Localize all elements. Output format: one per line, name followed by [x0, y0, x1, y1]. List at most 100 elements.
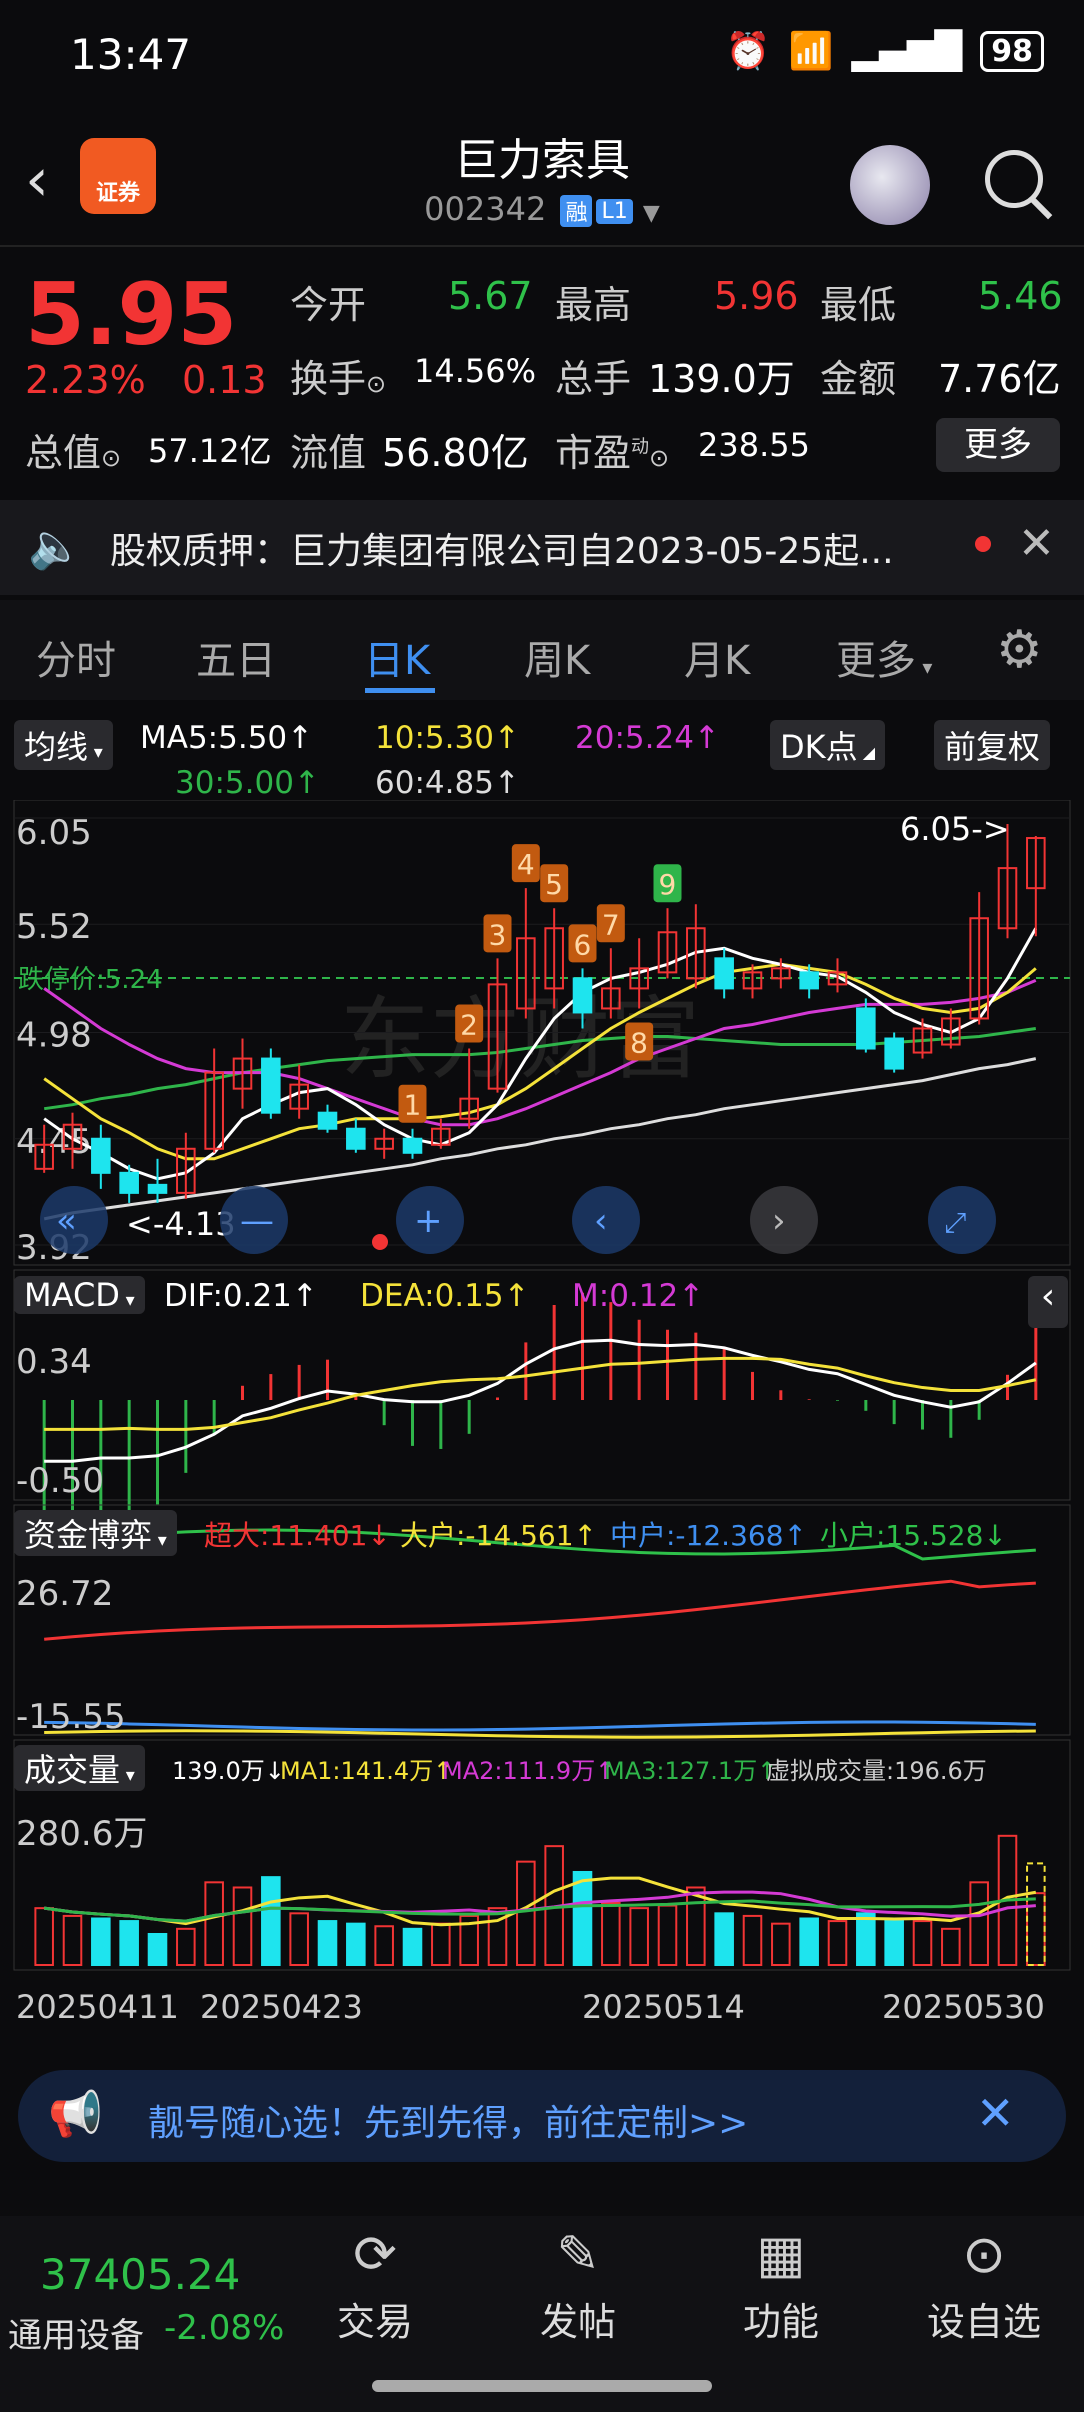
macd-dif-line: [44, 1338, 1037, 1463]
notice-bar[interactable]: 🔈 股权质押：巨力集团有限公司自2023-05-25起... ✕: [0, 500, 1084, 595]
seq-number: 4: [517, 848, 535, 881]
change-amount: 0.13: [182, 358, 267, 402]
kline-chart[interactable]: 东方财富 6.055.524.984.453.92 跌停价:5.24 12345…: [0, 800, 1084, 2060]
volume-bar: [176, 1927, 196, 1967]
period-tabs: 分时 五日 日K 周K 月K 更多 ▾ ⚙: [0, 600, 1084, 700]
total-mv-value: 57.12亿: [148, 432, 272, 470]
tab-more[interactable]: 更多 ▾: [836, 628, 932, 686]
quote-panel: 5.95 2.23% 0.13 今开 5.67 最高 5.96 最低 5.46 …: [0, 250, 1084, 490]
dk-point-button[interactable]: DK点 ◢: [770, 720, 886, 770]
nav-label: 发帖: [539, 2300, 616, 2344]
candle-body: [714, 957, 734, 990]
tab-weekly-k[interactable]: 周K: [524, 628, 590, 686]
nav-functions[interactable]: ▦ 功能: [706, 2225, 856, 2346]
volume-bar: [771, 1922, 791, 1967]
nav-post[interactable]: ✎ 发帖: [503, 2225, 653, 2346]
info-icon[interactable]: ⊙: [366, 370, 386, 398]
volume-bar: [686, 1886, 706, 1967]
caret-down-icon[interactable]: ▼: [643, 201, 660, 226]
unread-dot: [975, 536, 991, 552]
candle-body: [856, 1007, 876, 1050]
limit-down-label: 跌停价:5.24: [18, 965, 163, 995]
tab-monthly-k[interactable]: 月K: [684, 628, 750, 686]
volume-bar: [402, 1927, 423, 1967]
macd-indicator-select[interactable]: MACD ▾: [14, 1276, 145, 1314]
info-icon[interactable]: ⊙: [101, 444, 121, 472]
virtual-volume-bar: [1026, 1862, 1046, 1966]
nav-add-watchlist[interactable]: ⊙ 设自选: [909, 2225, 1059, 2346]
date-label: 20250514: [582, 1988, 745, 2026]
candle-body: [402, 1137, 423, 1154]
bottom-bar: 37405.24 通用设备 -2.08% ⟳ 交易 ✎ 发帖 ▦ 功能 ⊙ 设自选: [0, 2180, 1084, 2412]
volume-bar: [1026, 1892, 1046, 1966]
high-annotation: 6.05->: [900, 810, 1010, 848]
adjust-price-button[interactable]: 前复权: [934, 720, 1051, 770]
volume-bar: [572, 1870, 593, 1966]
status-time: 13:47: [70, 30, 192, 79]
volume-bar: [91, 1917, 111, 1967]
seq-number: 5: [545, 868, 563, 901]
macd-m: M:0.12↑: [572, 1278, 705, 1314]
gear-icon[interactable]: ⚙: [996, 620, 1043, 680]
fund-flow-plot: [44, 1528, 1036, 1739]
trade-icon: ⟳: [353, 2225, 397, 2285]
index-change: -2.08%: [164, 2308, 285, 2348]
macd-legend: MACD ▾ DIF:0.21↑ DEA:0.15↑ M:0.12↑ ‹: [14, 1276, 1070, 1328]
tab-intraday[interactable]: 分时: [36, 628, 116, 686]
event-dot[interactable]: [372, 1234, 388, 1250]
index-name[interactable]: 通用设备: [8, 2308, 144, 2357]
y-tick-label: 5.52: [16, 907, 92, 947]
volume-bar: [827, 1920, 848, 1967]
low-annotation: <-4.13: [126, 1205, 236, 1243]
close-icon[interactable]: ✕: [976, 2086, 1015, 2140]
fund-mid: 中户:-12.368↑: [610, 1519, 807, 1552]
candle-body: [147, 1183, 168, 1194]
volume-bar: [374, 1925, 394, 1967]
seq-number: 9: [659, 868, 677, 901]
macd-dea: DEA:0.15↑: [360, 1278, 530, 1314]
volume-y-top: 280.6万: [16, 1814, 147, 1854]
seq-number: 7: [602, 908, 620, 941]
tab-daily-k[interactable]: 日K: [364, 628, 430, 686]
close-icon[interactable]: ✕: [1018, 518, 1055, 569]
fullscreen-glyph: ⤢: [944, 1206, 966, 1239]
volume-indicator-select[interactable]: 成交量 ▾: [14, 1745, 145, 1791]
nav-label: 功能: [742, 2300, 819, 2344]
ma60-value: 60:4.85↑: [375, 765, 520, 801]
more-button[interactable]: 更多: [936, 418, 1060, 472]
volume-bar: [516, 1860, 536, 1966]
volume-ma3: MA3:127.1万↑: [604, 1757, 778, 1785]
fund-small: 小户:15.528↓: [820, 1519, 1007, 1552]
status-bar: 13:47 ⏰ 📶 ▂▄▆█ 98: [0, 0, 1084, 110]
collapse-chevron-icon[interactable]: ‹: [1028, 1276, 1068, 1328]
nav-trade[interactable]: ⟳ 交易: [300, 2225, 450, 2346]
fund-indicator-select[interactable]: 资金博弈 ▾: [14, 1510, 177, 1556]
volume-value: 139.0万: [648, 357, 795, 401]
ma-toggle-button[interactable]: 均线 ▾: [14, 720, 113, 770]
macd-y-top: 0.34: [16, 1342, 92, 1382]
info-icon[interactable]: ⊙: [649, 444, 669, 472]
ma10-value: 10:5.30↑: [375, 720, 520, 756]
date-label: 20250411: [16, 1988, 179, 2026]
volume-ma1: MA1:141.4万↑: [280, 1757, 454, 1785]
macd-y-bottom: -0.50: [16, 1461, 104, 1501]
tab-five-day[interactable]: 五日: [196, 628, 276, 686]
amount-value: 7.76亿: [938, 357, 1061, 401]
seq-number: 6: [574, 928, 592, 961]
index-value[interactable]: 37405.24: [40, 2250, 240, 2299]
robot-assistant-icon[interactable]: [850, 145, 930, 225]
fund-big: 大户:-14.561↑: [400, 1519, 597, 1552]
turnover-label: 换手⊙: [290, 357, 387, 401]
seq-number: 3: [489, 918, 507, 951]
virtual-volume: 虚拟成交量:196.6万: [766, 1757, 987, 1785]
volume-bar: [204, 1881, 224, 1967]
high-label: 最高: [555, 283, 632, 327]
promo-banner[interactable]: 📢 靓号随心选！先到先得，前往定制>> ✕: [18, 2070, 1066, 2162]
volume-ma2: MA2:111.9万↑: [442, 1757, 616, 1785]
home-indicator[interactable]: [372, 2380, 712, 2392]
signal-icon: ▂▄▆█: [851, 30, 963, 72]
notice-text: 股权质押：巨力集团有限公司自2023-05-25起...: [110, 531, 894, 572]
volume-bar: [289, 1912, 309, 1967]
ma-legend: 均线 ▾ MA5:5.50↑ 10:5.30↑ 20:5.24↑ 30:5.00…: [0, 720, 1084, 801]
search-icon[interactable]: [985, 150, 1043, 208]
